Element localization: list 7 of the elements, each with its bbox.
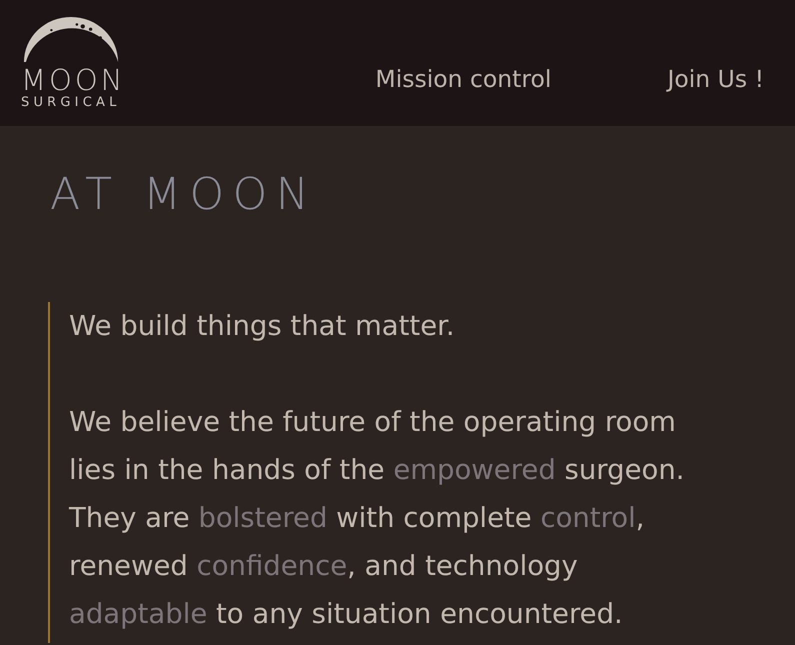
logo-link[interactable]: MOON SURGICAL	[21, 14, 126, 112]
section-heading: AT MOON	[50, 170, 318, 220]
quote-paragraph: We believe the future of the operating room lies in the hands of the empowered surgeon. They are bolstered with complete control, renewed confidence, and technology adaptable to any situation encountered.	[69, 405, 686, 632]
nav-link[interactable]: Mission control	[375, 64, 552, 94]
moon-icon	[22, 16, 120, 62]
quote-paragraph: We build things that matter.	[69, 309, 456, 344]
nav-link[interactable]: Join Us !	[667, 64, 764, 94]
